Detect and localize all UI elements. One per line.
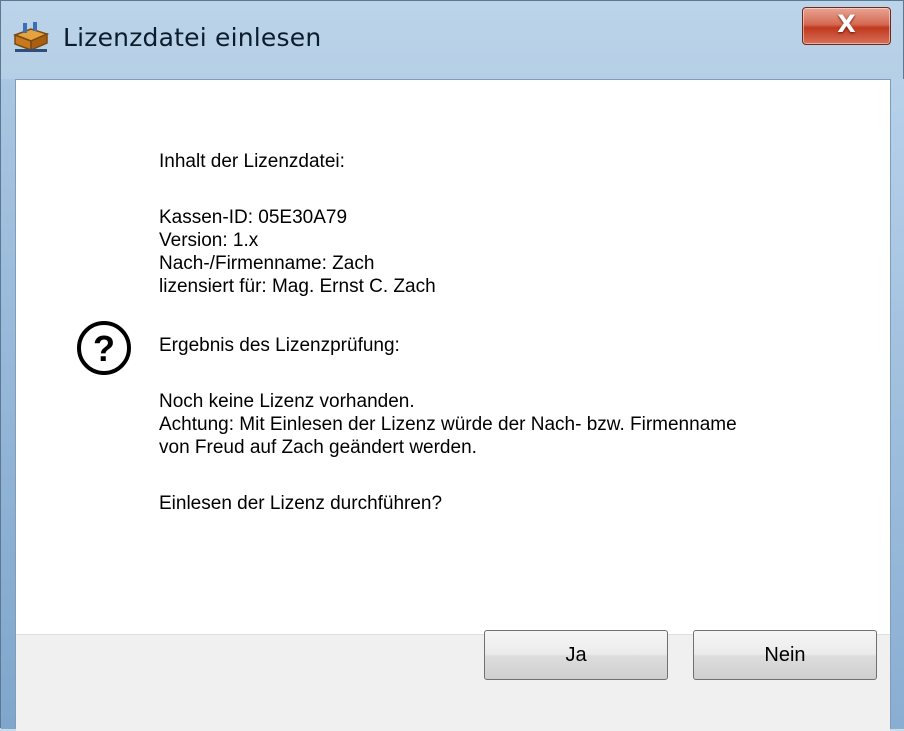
detail-licensed-for: lizensiert für: Mag. Ernst C. Zach [159,276,436,297]
dialog-window: Lizenzdatei einlesen X ? Inhalt der Lize… [0,0,904,731]
svg-text:?: ? [93,328,115,369]
question-icon: ? [77,321,131,375]
close-button[interactable]: X [802,7,891,45]
window-title: Lizenzdatei einlesen [63,23,322,52]
license-file-icon [13,22,49,52]
detail-version: Version: 1.x [159,230,259,251]
dialog-body: ? Inhalt der Lizenzdatei: Kassen-ID: 05E… [15,79,891,731]
result-line: Noch keine Lizenz vorhanden. [159,391,415,412]
detail-name: Nach-/Firmenname: Zach [159,253,375,274]
close-icon: X [837,10,856,38]
no-button[interactable]: Nein [693,630,877,680]
result-line: von Freud auf Zach geändert werden. [159,437,477,458]
yes-button[interactable]: Ja [484,630,668,680]
detail-kassen-id: Kassen-ID: 05E30A79 [159,207,348,228]
title-bar[interactable]: Lizenzdatei einlesen X [1,1,903,79]
window-border-left [1,79,15,729]
result-label: Ergebnis des Lizenzprüfung: [159,335,400,356]
window-border-right [891,79,904,729]
message-heading: Inhalt der Lizenzdatei: [159,151,345,172]
result-line: Achtung: Mit Einlesen der Lizenz würde d… [159,414,737,435]
confirm-question: Einlesen der Lizenz durchführen? [159,493,443,514]
